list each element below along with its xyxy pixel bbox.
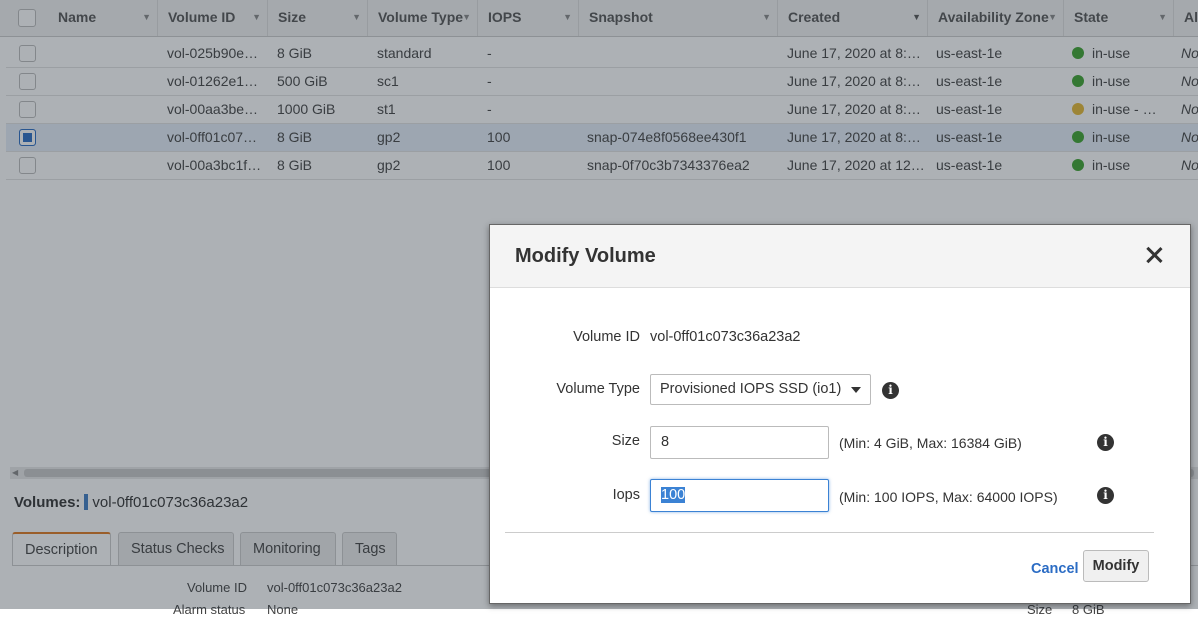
- chevron-down-icon: [851, 387, 861, 393]
- close-icon[interactable]: [1144, 245, 1164, 265]
- size-info-icon[interactable]: i: [1097, 434, 1114, 451]
- dialog-divider: [505, 532, 1154, 533]
- dialog-header: Modify Volume: [490, 225, 1190, 288]
- iops-label: Iops: [612, 487, 640, 503]
- volume-type-info-icon[interactable]: i: [882, 382, 899, 399]
- volume-type-label: Volume Type: [556, 381, 640, 397]
- iops-input[interactable]: 100: [650, 479, 829, 512]
- size-hint: (Min: 4 GiB, Max: 16384 GiB): [839, 435, 1022, 451]
- modify-volume-dialog: Modify Volume Volume ID vol-0ff01c073c36…: [489, 224, 1191, 604]
- volume-id-label: Volume ID: [573, 329, 640, 345]
- modify-button[interactable]: Modify: [1083, 550, 1149, 582]
- dialog-title: Modify Volume: [515, 245, 656, 267]
- volume-type-select[interactable]: Provisioned IOPS SSD (io1): [650, 374, 871, 405]
- size-input[interactable]: 8: [650, 426, 829, 459]
- iops-hint: (Min: 100 IOPS, Max: 64000 IOPS): [839, 489, 1058, 505]
- iops-info-icon[interactable]: i: [1097, 487, 1114, 504]
- volume-id-value: vol-0ff01c073c36a23a2: [650, 329, 801, 345]
- size-label: Size: [611, 433, 640, 449]
- cancel-button[interactable]: Cancel: [1031, 561, 1079, 577]
